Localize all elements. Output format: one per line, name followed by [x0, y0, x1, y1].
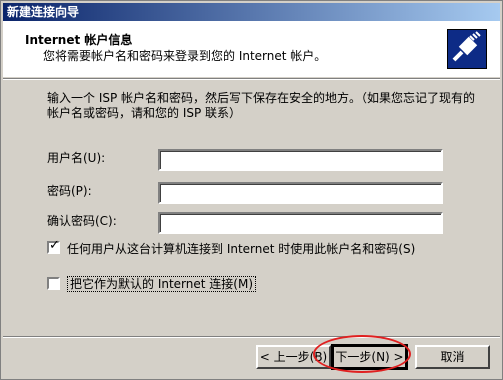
- default-connection-checkbox-label[interactable]: 把它作为默认的 Internet 连接(M): [67, 275, 256, 292]
- next-button[interactable]: 下一步(N) >: [331, 344, 408, 370]
- header-title: Internet 帐户信息: [25, 33, 133, 47]
- confirm-password-field[interactable]: [158, 212, 443, 234]
- username-field[interactable]: [158, 149, 443, 171]
- all-users-checkbox[interactable]: ✓: [47, 238, 60, 254]
- cancel-button[interactable]: 取消: [415, 345, 490, 369]
- default-connection-label-text: 把它作为默认的 Internet 连接(M): [67, 276, 256, 292]
- all-users-checkbox-label[interactable]: 任何用户从这台计算机连接到 Internet 时使用此帐户名和密码(S): [67, 240, 415, 257]
- wizard-window: 新建连接向导 Internet 帐户信息 您将需要帐户名和密码来登录到您的 In…: [0, 0, 503, 380]
- checkmark-icon: ✓: [49, 238, 60, 253]
- wizard-header: Internet 帐户信息 您将需要帐户名和密码来登录到您的 Internet …: [3, 21, 500, 77]
- header-subtitle: 您将需要帐户名和密码来登录到您的 Internet 帐户。: [43, 49, 327, 63]
- footer-separator: [3, 336, 500, 338]
- default-connection-checkbox[interactable]: [47, 277, 60, 290]
- title-bar[interactable]: 新建连接向导: [3, 3, 500, 21]
- network-cable-icon: [447, 29, 487, 69]
- header-separator: [3, 78, 500, 80]
- username-label: 用户名(U):: [47, 151, 106, 165]
- window-title: 新建连接向导: [7, 5, 80, 19]
- password-label: 密码(P):: [47, 184, 92, 198]
- back-button[interactable]: < 上一步(B): [256, 345, 331, 369]
- password-field[interactable]: [158, 182, 443, 204]
- confirm-password-label: 确认密码(C):: [47, 214, 117, 228]
- intro-text: 输入一个 ISP 帐户名和密码，然后写下保存在安全的地方。（如果您忘记了现有的帐…: [47, 91, 476, 120]
